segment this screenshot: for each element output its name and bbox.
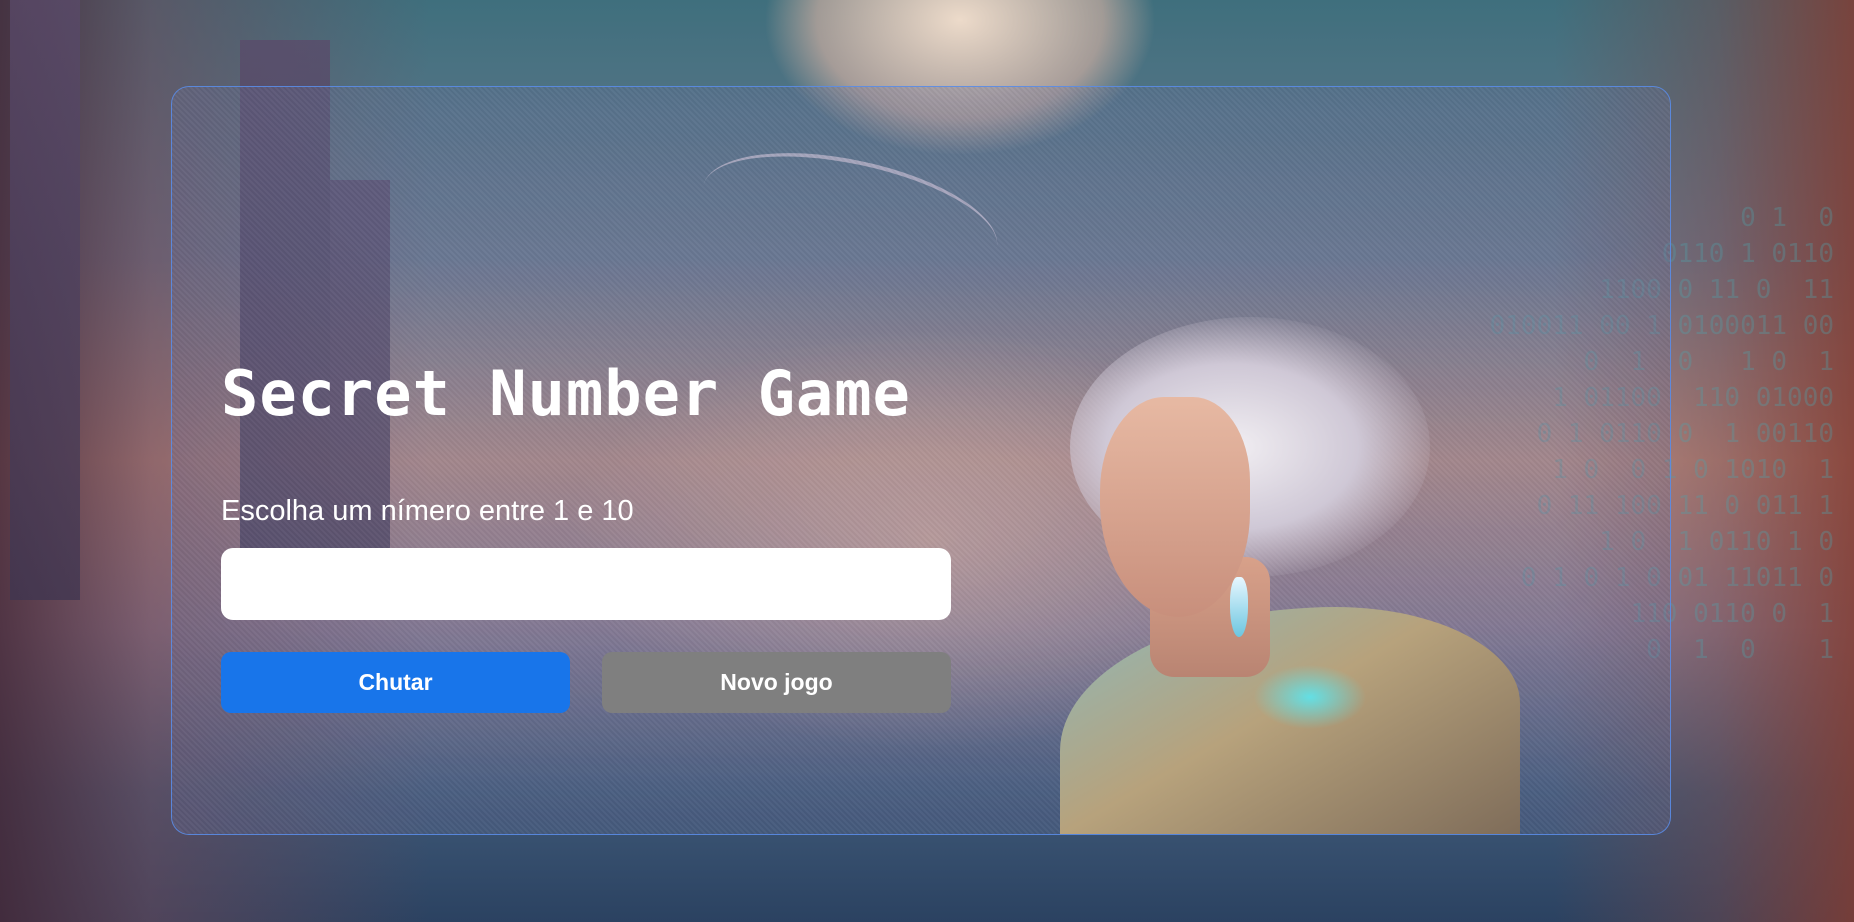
background-tower bbox=[10, 0, 80, 600]
guess-input[interactable] bbox=[221, 548, 951, 620]
hero-armor bbox=[1060, 607, 1520, 834]
hero-earring bbox=[1230, 577, 1248, 637]
game-card: Secret Number Game Escolha um nímero ent… bbox=[171, 86, 1671, 835]
page-title: Secret Number Game bbox=[221, 357, 911, 430]
new-game-button[interactable]: Novo jogo bbox=[602, 652, 951, 713]
guess-prompt-label: Escolha um nímero entre 1 e 10 bbox=[221, 495, 634, 527]
guess-button[interactable]: Chutar bbox=[221, 652, 570, 713]
hero-face bbox=[1100, 397, 1250, 617]
hero-character-illustration bbox=[1040, 227, 1560, 834]
